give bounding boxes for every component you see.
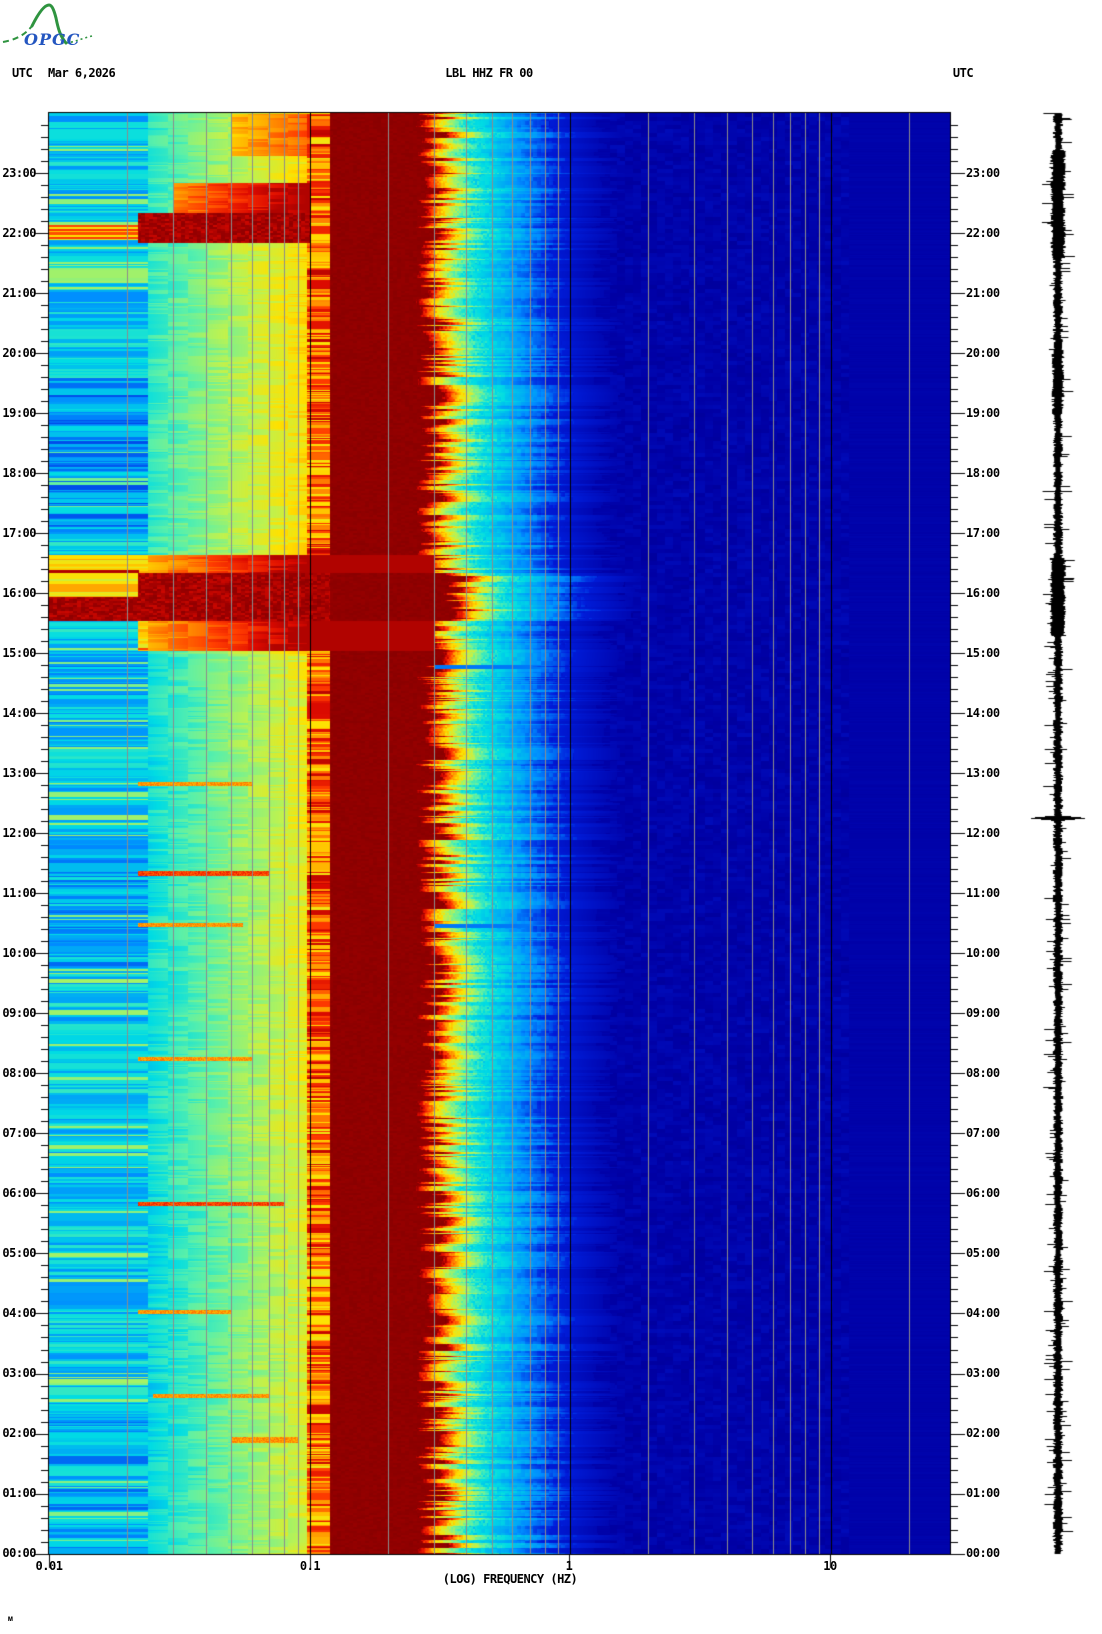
freq-tick-label: 0.1 bbox=[299, 1559, 321, 1573]
time-tick-label-left: 07:00 bbox=[2, 1126, 36, 1140]
time-tick-label-left: 19:00 bbox=[2, 406, 36, 420]
time-tick-label-right: 14:00 bbox=[966, 706, 1000, 720]
time-tick-label-right: 09:00 bbox=[966, 1006, 1000, 1020]
time-tick-label-right: 00:00 bbox=[966, 1546, 1000, 1560]
time-tick-label-left: 02:00 bbox=[2, 1426, 36, 1440]
opgc-logo: OPGC bbox=[2, 3, 93, 49]
date-label: Mar 6,2026 bbox=[48, 66, 116, 80]
time-tick-label-left: 11:00 bbox=[2, 886, 36, 900]
utc-label-right: UTC bbox=[952, 66, 974, 80]
spectrogram-page: OPGC UTC Mar 6,2026 LBL HHZ FR 00 UTC 23… bbox=[0, 0, 1102, 1634]
time-tick-label-right: 06:00 bbox=[966, 1186, 1000, 1200]
plot-title: LBL HHZ FR 00 bbox=[445, 66, 533, 80]
time-tick-label-right: 05:00 bbox=[966, 1246, 1000, 1260]
time-tick-label-right: 13:00 bbox=[966, 766, 1000, 780]
time-tick-label-right: 08:00 bbox=[966, 1066, 1000, 1080]
time-tick-label-right: 01:00 bbox=[966, 1486, 1000, 1500]
time-tick-label-right: 23:00 bbox=[966, 166, 1000, 180]
time-tick-label-left: 16:00 bbox=[2, 586, 36, 600]
time-tick-label-right: 20:00 bbox=[966, 346, 1000, 360]
corner-artifact: ᴍ bbox=[8, 1614, 13, 1623]
time-tick-label-right: 19:00 bbox=[966, 406, 1000, 420]
time-tick-label-left: 13:00 bbox=[2, 766, 36, 780]
time-tick-label-left: 17:00 bbox=[2, 526, 36, 540]
time-tick-label-right: 15:00 bbox=[966, 646, 1000, 660]
logo-text: OPGC bbox=[24, 30, 80, 49]
time-tick-label-right: 12:00 bbox=[966, 826, 1000, 840]
time-tick-label-left: 10:00 bbox=[2, 946, 36, 960]
time-tick-label-left: 08:00 bbox=[2, 1066, 36, 1080]
time-tick-label-left: 21:00 bbox=[2, 286, 36, 300]
freq-tick-label: 10 bbox=[823, 1559, 837, 1573]
time-tick-label-right: 21:00 bbox=[966, 286, 1000, 300]
time-tick-label-right: 22:00 bbox=[966, 226, 1000, 240]
time-tick-label-right: 07:00 bbox=[966, 1126, 1000, 1140]
time-tick-label-left: 22:00 bbox=[2, 226, 36, 240]
time-tick-label-right: 03:00 bbox=[966, 1366, 1000, 1380]
time-tick-label-right: 17:00 bbox=[966, 526, 1000, 540]
time-tick-label-left: 00:00 bbox=[2, 1546, 36, 1560]
freq-tick-label: 0.01 bbox=[35, 1559, 63, 1573]
time-tick-label-right: 02:00 bbox=[966, 1426, 1000, 1440]
time-tick-label-left: 20:00 bbox=[2, 346, 36, 360]
time-tick-label-right: 04:00 bbox=[966, 1306, 1000, 1320]
time-tick-label-left: 18:00 bbox=[2, 466, 36, 480]
time-tick-label-left: 23:00 bbox=[2, 166, 36, 180]
time-tick-label-left: 12:00 bbox=[2, 826, 36, 840]
time-tick-label-right: 11:00 bbox=[966, 886, 1000, 900]
spectrogram-canvas bbox=[0, 0, 1102, 1634]
time-tick-label-left: 15:00 bbox=[2, 646, 36, 660]
x-axis-title: (LOG) FREQUENCY (HZ) bbox=[442, 1572, 578, 1586]
time-tick-label-left: 03:00 bbox=[2, 1366, 36, 1380]
utc-label-left: UTC bbox=[12, 66, 33, 80]
time-tick-label-left: 06:00 bbox=[2, 1186, 36, 1200]
time-tick-label-right: 18:00 bbox=[966, 466, 1000, 480]
time-tick-label-left: 01:00 bbox=[2, 1486, 36, 1500]
time-tick-label-left: 05:00 bbox=[2, 1246, 36, 1260]
time-tick-label-left: 09:00 bbox=[2, 1006, 36, 1020]
time-tick-label-left: 14:00 bbox=[2, 706, 36, 720]
time-tick-label-right: 10:00 bbox=[966, 946, 1000, 960]
time-tick-label-left: 04:00 bbox=[2, 1306, 36, 1320]
freq-tick-label: 1 bbox=[565, 1559, 573, 1573]
time-tick-label-right: 16:00 bbox=[966, 586, 1000, 600]
